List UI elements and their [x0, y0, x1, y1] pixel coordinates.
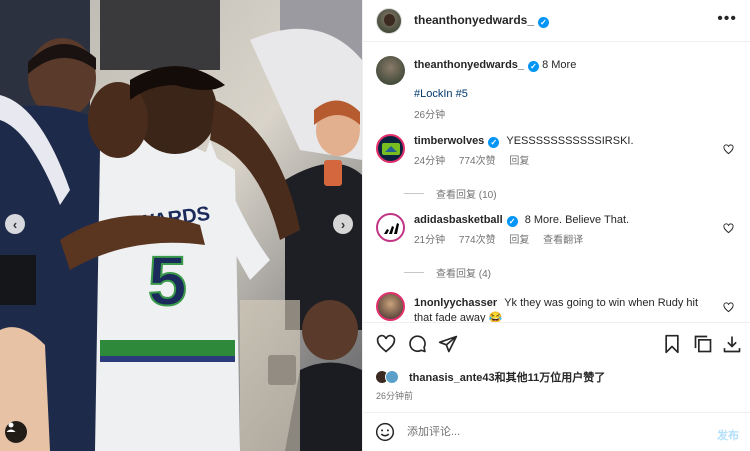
comment-username[interactable]: adidasbasketball [414, 214, 503, 226]
verified-badge-icon: ✓ [488, 137, 500, 148]
bookmark-glyph [665, 334, 679, 354]
photo-players-hugging: EDWARDS 5 [0, 0, 362, 451]
translate-button[interactable]: 查看翻译 [543, 235, 583, 246]
share-icon[interactable] [437, 333, 459, 355]
comment-username[interactable]: timberwolves [414, 135, 484, 147]
view-replies-label[interactable]: 查看回复 (10) [436, 186, 497, 201]
comment-meta: 21分钟 774次赞 回复 查看翻译 [414, 233, 719, 248]
likes-text[interactable]: thanasis_ante43和其他11万位用户赞了 [409, 369, 605, 385]
comment-composer: 发布 [363, 412, 750, 451]
wolf-logo-icon [381, 142, 400, 155]
verified-badge-icon: ✓ [528, 61, 540, 72]
commenter-avatar[interactable] [376, 292, 405, 321]
post-comment-button[interactable]: 发布 [717, 427, 739, 443]
likes-count-text[interactable]: 和其他11万位用户赞了 [495, 372, 606, 384]
comment-icon[interactable] [406, 333, 428, 355]
instagram-post: EDWARDS 5 ‹ › [0, 0, 750, 451]
post-header: theanthonyedwards_ ✓ ••• [363, 0, 750, 42]
adidas-avatar[interactable] [376, 213, 405, 242]
replies-divider [404, 272, 424, 273]
caption-username[interactable]: theanthonyedwards_ [414, 59, 524, 71]
caption-hashtags[interactable]: #LockIn #5 [414, 87, 719, 102]
comments-list[interactable]: theanthonyedwards_ ✓ 8 More #LockIn #5 26… [363, 42, 750, 322]
reply-button[interactable]: 回复 [509, 156, 529, 167]
share-glyph [438, 335, 458, 352]
copy-icon[interactable] [692, 333, 714, 355]
heart-icon[interactable] [723, 223, 734, 234]
post-photo[interactable]: EDWARDS 5 ‹ › [0, 0, 362, 451]
comment-body: adidasbasketball ✓ 8 More. Believe That. … [414, 213, 719, 248]
comment-time: 24分钟 [414, 156, 446, 167]
heart-icon[interactable] [723, 302, 734, 313]
like-icon[interactable] [375, 333, 397, 355]
post-actions [363, 322, 750, 364]
chevron-right-icon[interactable]: › [333, 214, 353, 234]
verified-badge-icon: ✓ [538, 17, 550, 28]
view-replies-button[interactable]: 查看回复 (10) [404, 186, 497, 201]
heart-icon[interactable] [723, 144, 734, 155]
comment-text: YESSSSSSSSSSSIRSKI. [506, 135, 634, 147]
download-icon[interactable] [721, 333, 743, 355]
comment-text: 8 More. Believe That. [524, 214, 630, 226]
caption-author-avatar[interactable] [376, 56, 405, 85]
author-username-text[interactable]: theanthonyedwards_ [414, 13, 534, 27]
user-tag-icon[interactable] [5, 421, 27, 443]
comment-body: 1nonlyychasser Yk they was going to win … [414, 296, 719, 322]
user-tag-glyph [6, 422, 16, 432]
likes-summary: thanasis_ante43和其他11万位用户赞了 [375, 368, 745, 386]
caption-text: 8 More [542, 59, 577, 71]
liker-avatars [375, 368, 405, 386]
bookmark-icon[interactable] [661, 333, 683, 355]
jersey-number: 5 [148, 242, 187, 320]
more-options-icon[interactable]: ••• [717, 11, 737, 27]
caption-time: 26分钟 [414, 110, 446, 121]
comment-likes[interactable]: 774次赞 [459, 156, 496, 167]
copy-glyph [694, 335, 712, 353]
comment-time: 21分钟 [414, 235, 446, 246]
download-glyph [723, 336, 741, 353]
liker-username[interactable]: thanasis_ante43 [409, 372, 495, 384]
author-avatar[interactable] [376, 7, 402, 34]
comment-meta: 24分钟 774次赞 回复 [414, 154, 719, 169]
like-glyph [376, 334, 396, 353]
caption-body: theanthonyedwards_ ✓ 8 More #LockIn #5 26… [414, 58, 719, 123]
post-timestamp: 26分钟前 [376, 391, 414, 401]
chevron-left-icon[interactable]: ‹ [5, 214, 25, 234]
post-side-panel: theanthonyedwards_ ✓ ••• theanthonyedward… [362, 0, 750, 451]
emoji-icon[interactable] [375, 422, 395, 442]
view-replies-label[interactable]: 查看回复 (4) [436, 265, 491, 280]
view-replies-button[interactable]: 查看回复 (4) [404, 265, 491, 280]
comment-body: timberwolves ✓ YESSSSSSSSSSSIRSKI. 24分钟 7… [414, 134, 719, 169]
comment-input[interactable] [407, 426, 697, 438]
comment-glyph [409, 334, 426, 352]
liker-avatar [385, 370, 399, 384]
reply-button[interactable]: 回复 [509, 235, 529, 246]
timberwolves-avatar[interactable] [376, 134, 405, 163]
comment-likes[interactable]: 774次赞 [459, 235, 496, 246]
verified-badge-icon: ✓ [506, 216, 518, 227]
adidas-logo-icon [383, 222, 399, 234]
comment-username[interactable]: 1nonlyychasser [414, 297, 497, 309]
author-username[interactable]: theanthonyedwards_ ✓ [414, 13, 550, 28]
replies-divider [404, 193, 424, 194]
